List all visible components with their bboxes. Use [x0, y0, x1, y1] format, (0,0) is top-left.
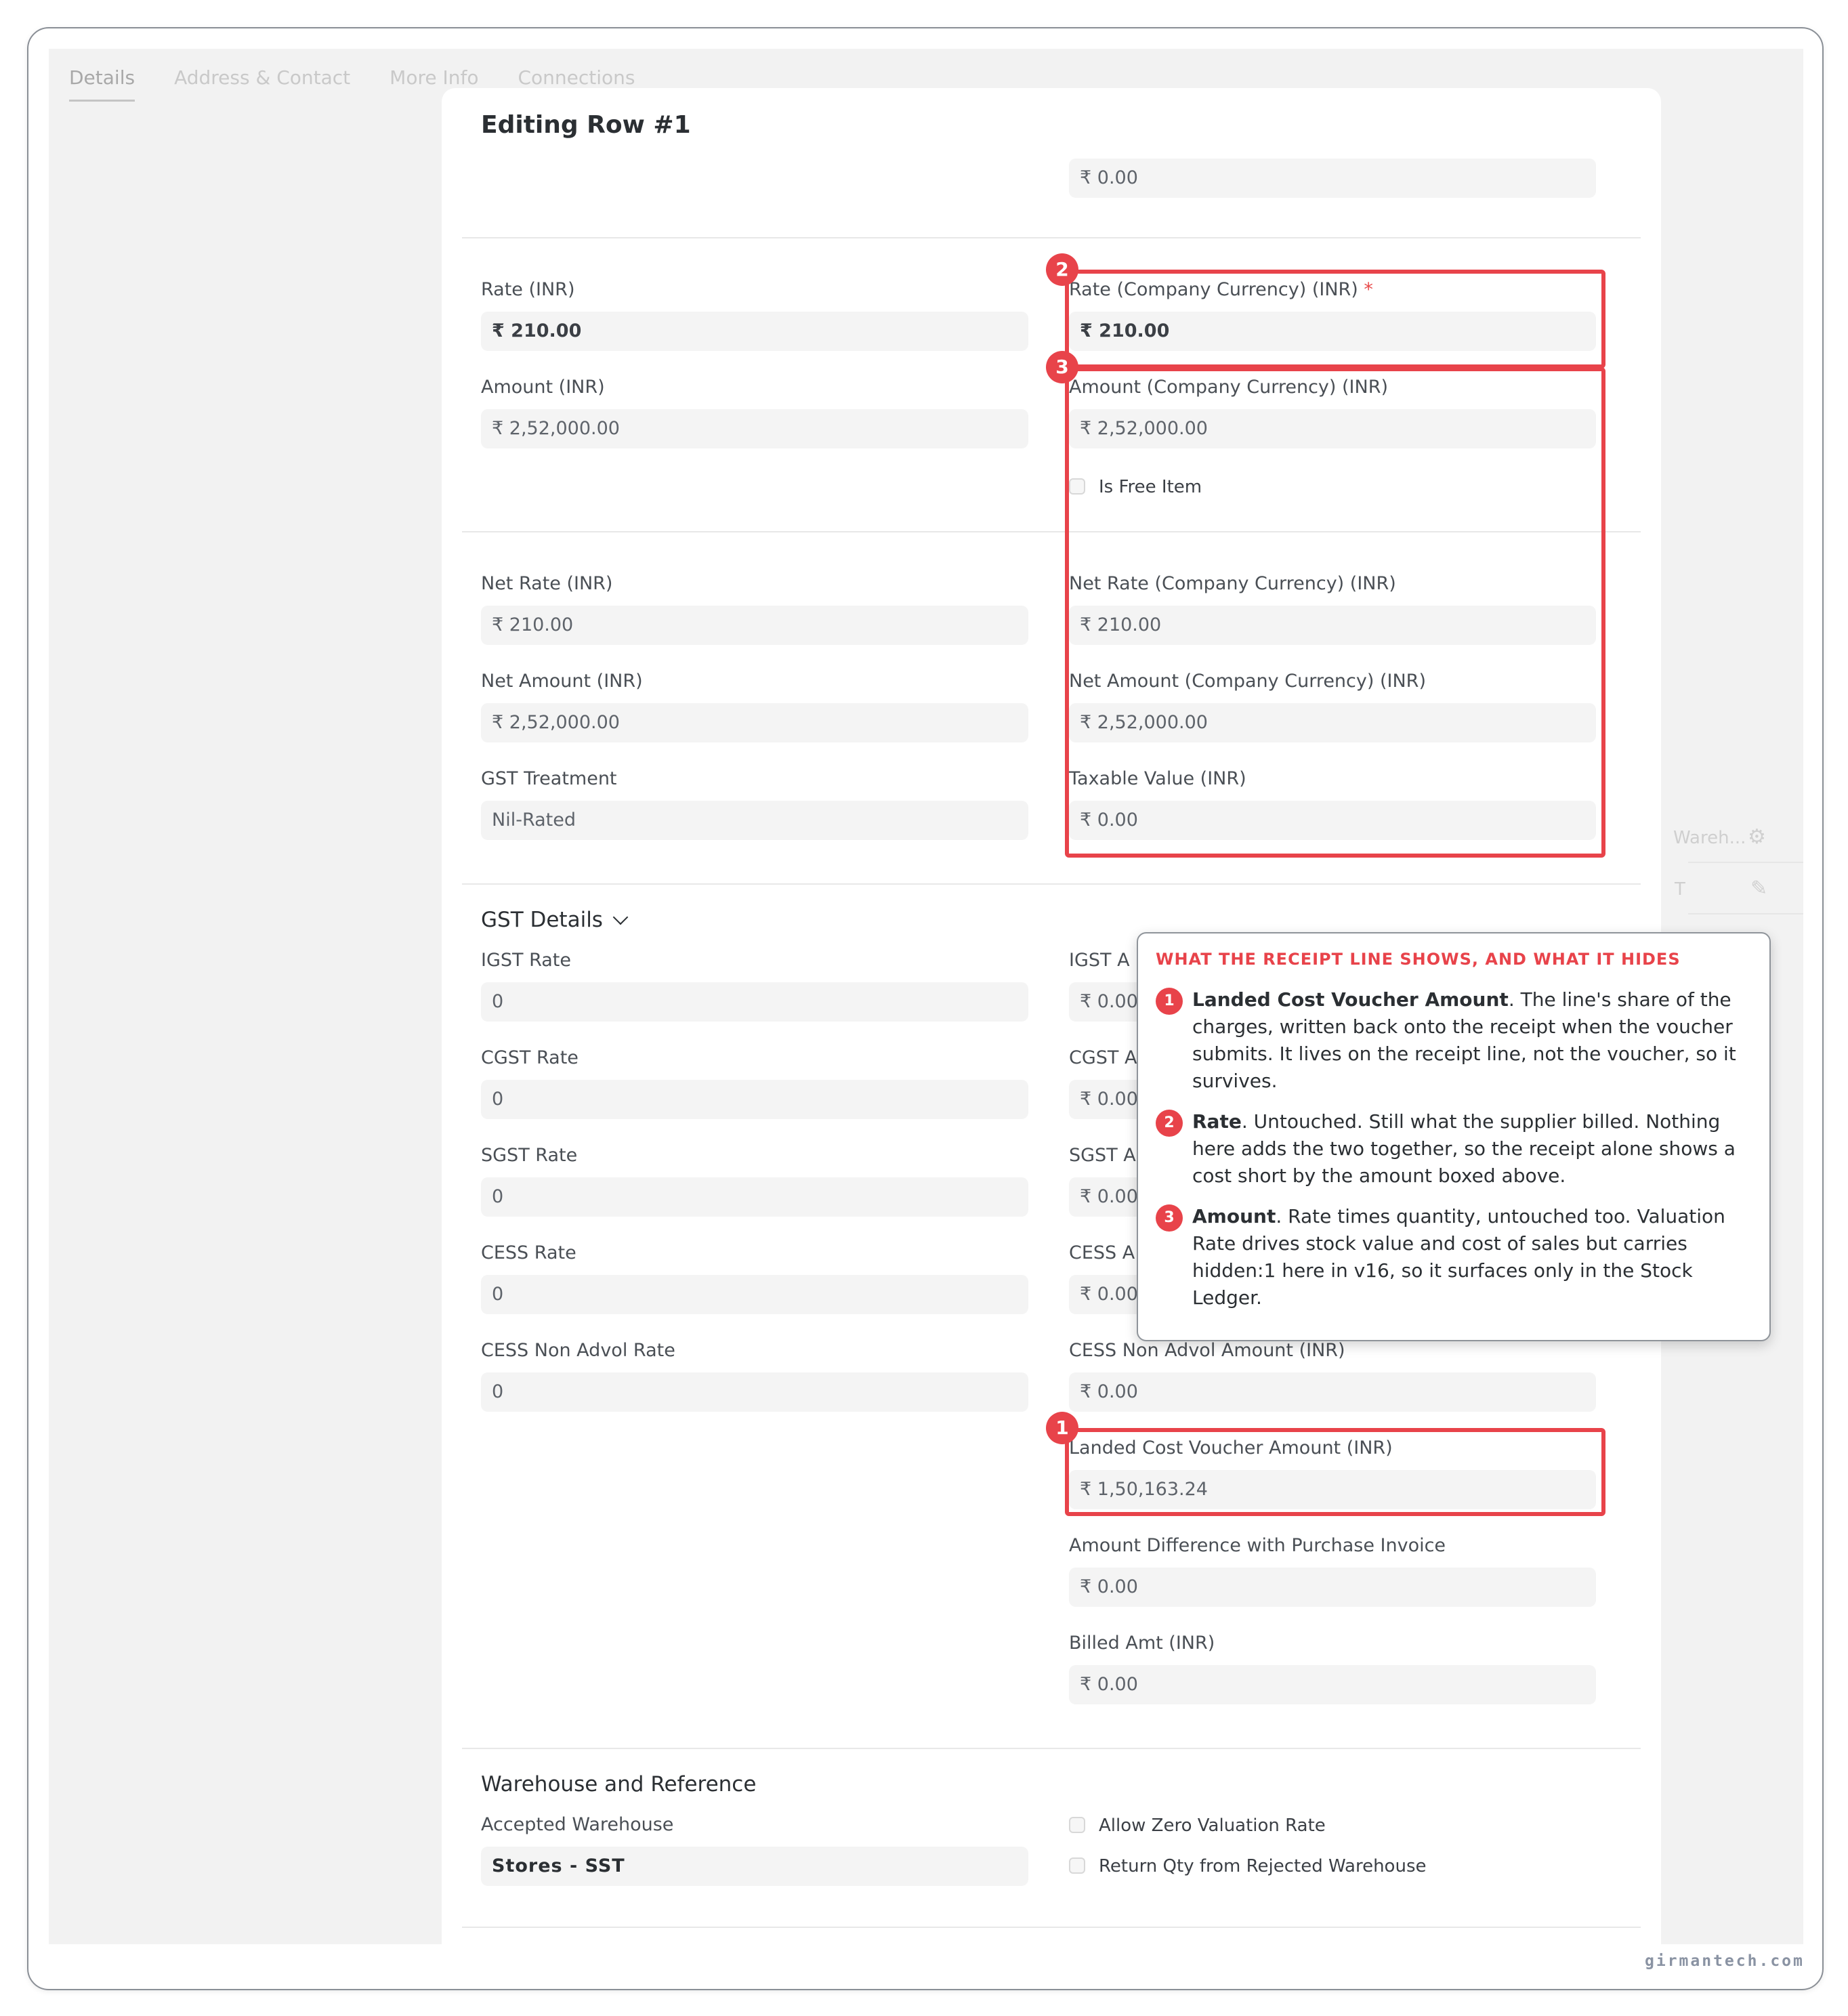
igst-amount-label: IGST A — [1069, 950, 1130, 971]
billed-amt-field[interactable]: ₹ 0.00 — [1069, 1665, 1596, 1704]
cess-rate-label: CESS Rate — [481, 1242, 576, 1263]
amount-diff-label: Amount Difference with Purchase Invoice — [1069, 1535, 1446, 1556]
callout-text-3: Amount. Rate times quantity, untouched t… — [1192, 1203, 1752, 1311]
cess-non-advol-amount-label: CESS Non Advol Amount (INR) — [1069, 1340, 1345, 1361]
igst-rate-label: IGST Rate — [481, 950, 572, 971]
column-header-warehouse: Wareh... — [1673, 828, 1746, 848]
sgst-rate-field[interactable]: 0 — [481, 1177, 1028, 1217]
cess-non-advol-rate-label: CESS Non Advol Rate — [481, 1340, 675, 1361]
tab-details[interactable]: Details — [69, 66, 135, 102]
rate-label: Rate (INR) — [481, 279, 575, 300]
callout-term-3: Amount — [1192, 1205, 1276, 1227]
highlight-box-landed-cost — [1065, 1428, 1605, 1516]
callout-title: WHAT THE RECEIPT LINE SHOWS, AND WHAT IT… — [1156, 950, 1681, 969]
callout-text-2: Rate. Untouched. Still what the supplier… — [1192, 1108, 1752, 1190]
watermark: girmantech.com — [1645, 1952, 1805, 1970]
cgst-amount-label: CGST A — [1069, 1047, 1137, 1068]
annotation-badge-2: 2 — [1046, 253, 1078, 286]
callout-number-1: 1 — [1156, 988, 1183, 1015]
chevron-down-icon — [612, 909, 629, 925]
callout-number-2: 2 — [1156, 1110, 1183, 1137]
net-rate-field[interactable]: ₹ 210.00 — [481, 606, 1028, 645]
divider — [1688, 913, 1803, 915]
cess-rate-field[interactable]: 0 — [481, 1275, 1028, 1314]
cess-non-advol-rate-field[interactable]: 0 — [481, 1372, 1028, 1412]
billed-amt-label: Billed Amt (INR) — [1069, 1633, 1215, 1654]
section-divider — [462, 1748, 1641, 1749]
return-qty-rejected-checkbox[interactable] — [1069, 1857, 1085, 1874]
dialog-title: Editing Row #1 — [481, 111, 691, 139]
gst-details-heading: GST Details — [481, 908, 603, 932]
top-amount-field[interactable]: ₹ 0.00 — [1069, 159, 1596, 198]
callout-term-2: Rate — [1192, 1110, 1242, 1133]
cgst-rate-label: CGST Rate — [481, 1047, 579, 1068]
pencil-icon[interactable]: ✎ — [1750, 877, 1767, 900]
row-cell-fragment: T — [1675, 879, 1685, 900]
explanation-callout: WHAT THE RECEIPT LINE SHOWS, AND WHAT IT… — [1137, 932, 1771, 1341]
section-divider — [462, 883, 1641, 885]
amount-diff-field[interactable]: ₹ 0.00 — [1069, 1568, 1596, 1607]
highlight-box-amount — [1065, 367, 1605, 858]
cess-non-advol-amount-field[interactable]: ₹ 0.00 — [1069, 1372, 1596, 1412]
net-amount-field[interactable]: ₹ 2,52,000.00 — [481, 703, 1028, 742]
accepted-warehouse-label: Accepted Warehouse — [481, 1814, 674, 1835]
callout-text-1: Landed Cost Voucher Amount. The line's s… — [1192, 986, 1752, 1095]
callout-desc-2: . Untouched. Still what the supplier bil… — [1192, 1110, 1736, 1187]
annotation-badge-1: 1 — [1046, 1412, 1078, 1444]
highlight-box-rate — [1065, 270, 1605, 369]
amount-field[interactable]: ₹ 2,52,000.00 — [481, 409, 1028, 448]
net-rate-label: Net Rate (INR) — [481, 573, 613, 594]
accepted-warehouse-field[interactable]: Stores - SST — [481, 1847, 1028, 1886]
gst-treatment-field[interactable]: Nil-Rated — [481, 801, 1028, 840]
return-qty-rejected-label: Return Qty from Rejected Warehouse — [1099, 1856, 1427, 1876]
section-divider — [462, 237, 1641, 238]
cess-amount-label: CESS A — [1069, 1242, 1135, 1263]
igst-rate-field[interactable]: 0 — [481, 982, 1028, 1022]
warehouse-section-heading: Warehouse and Reference — [481, 1772, 757, 1797]
rate-input[interactable]: ₹ 210.00 — [481, 312, 1028, 351]
tab-address-contact[interactable]: Address & Contact — [174, 66, 350, 102]
cgst-rate-field[interactable]: 0 — [481, 1080, 1028, 1119]
sgst-rate-label: SGST Rate — [481, 1145, 578, 1166]
section-divider — [462, 1927, 1641, 1928]
divider — [1688, 862, 1803, 863]
net-amount-label: Net Amount (INR) — [481, 671, 643, 692]
sgst-amount-label: SGST A — [1069, 1145, 1136, 1166]
allow-zero-valuation-label: Allow Zero Valuation Rate — [1099, 1815, 1326, 1836]
callout-term-1: Landed Cost Voucher Amount — [1192, 988, 1509, 1011]
callout-number-3: 3 — [1156, 1204, 1183, 1232]
gst-treatment-label: GST Treatment — [481, 768, 617, 789]
annotation-badge-3: 3 — [1046, 351, 1078, 383]
amount-label: Amount (INR) — [481, 377, 605, 398]
gear-icon[interactable]: ⚙ — [1748, 825, 1766, 849]
allow-zero-valuation-checkbox[interactable] — [1069, 1817, 1085, 1833]
gst-details-toggle[interactable]: GST Details — [481, 908, 629, 932]
